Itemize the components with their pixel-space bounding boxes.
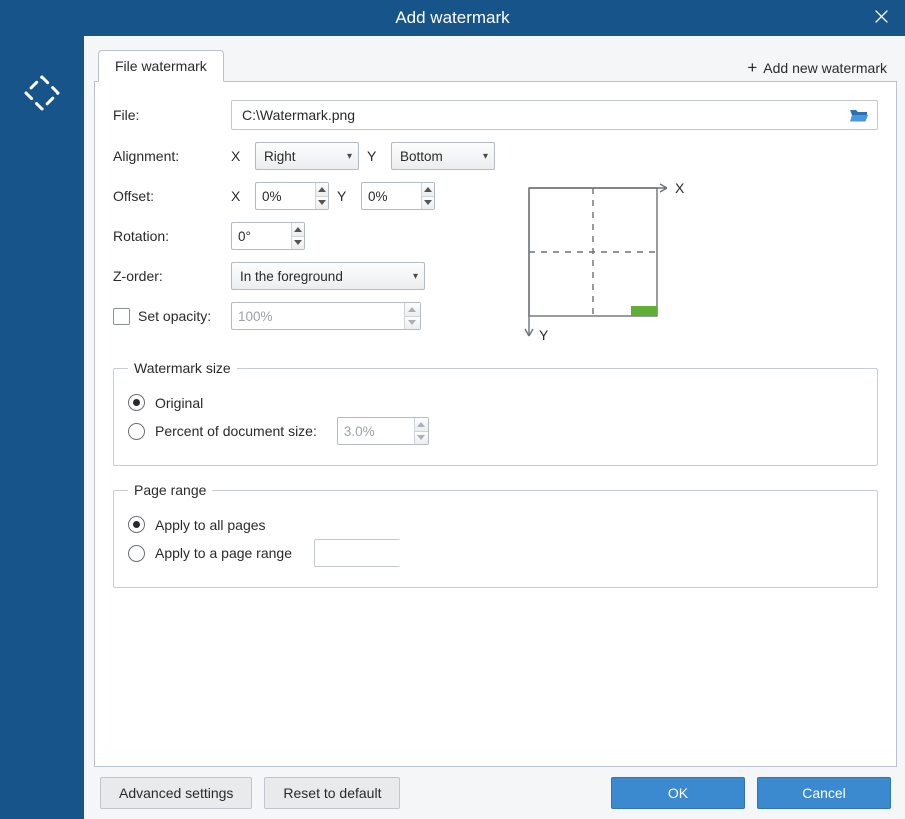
- ok-label: OK: [668, 785, 688, 801]
- file-field[interactable]: [231, 100, 878, 130]
- zorder-select[interactable]: In the foreground ▾: [231, 262, 425, 290]
- page-range-field[interactable]: [314, 539, 400, 567]
- offset-x-stepper[interactable]: [255, 182, 329, 210]
- offset-y-stepper[interactable]: [361, 182, 435, 210]
- size-original-label: Original: [155, 395, 203, 411]
- set-opacity-label: Set opacity:: [138, 308, 211, 324]
- size-percent-input: [338, 418, 414, 444]
- page-range-group: Page range Apply to all pages Apply to a…: [113, 482, 878, 588]
- add-new-watermark-link[interactable]: + Add new watermark: [747, 59, 887, 76]
- step-up-button[interactable]: [292, 223, 304, 237]
- checkbox-icon: [113, 308, 130, 325]
- axis-x-label-2: X: [231, 188, 247, 204]
- step-up-button[interactable]: [415, 418, 428, 432]
- cancel-label: Cancel: [802, 785, 846, 801]
- add-link-label: Add new watermark: [763, 60, 887, 76]
- browse-file-button[interactable]: [841, 107, 869, 123]
- size-percent-stepper[interactable]: [337, 417, 429, 445]
- range-range-radio[interactable]: Apply to a page range: [128, 539, 863, 567]
- tab-file-watermark[interactable]: File watermark: [98, 50, 224, 82]
- file-input[interactable]: [240, 106, 841, 124]
- diagram-y-label: Y: [539, 327, 549, 343]
- step-down-button[interactable]: [415, 432, 428, 445]
- close-icon: [875, 10, 888, 26]
- radio-off-icon: [128, 545, 145, 562]
- folder-open-icon: [849, 107, 869, 123]
- chevron-down-icon: ▾: [413, 271, 418, 282]
- axis-y-label: Y: [367, 148, 383, 164]
- app-logo-icon: [23, 74, 61, 819]
- radio-on-icon: [128, 394, 145, 411]
- titlebar: Add watermark: [0, 0, 905, 36]
- zorder-value: In the foreground: [240, 269, 343, 284]
- rotation-input[interactable]: [232, 223, 291, 249]
- advanced-settings-label: Advanced settings: [119, 785, 233, 801]
- offset-x-input[interactable]: [256, 183, 315, 209]
- axis-x-label: X: [231, 148, 247, 164]
- diagram-x-label: X: [675, 180, 685, 196]
- opacity-input: [232, 303, 404, 329]
- window-title: Add watermark: [0, 0, 905, 36]
- page-range-legend: Page range: [128, 482, 212, 498]
- step-up-button[interactable]: [316, 183, 328, 197]
- chevron-down-icon: ▾: [347, 151, 352, 162]
- chevron-down-icon: ▾: [483, 151, 488, 162]
- tab-header: File watermark + Add new watermark: [94, 46, 897, 82]
- file-label: File:: [113, 107, 231, 123]
- alignment-x-value: Right: [264, 149, 296, 164]
- step-down-button[interactable]: [292, 237, 304, 250]
- range-all-radio[interactable]: Apply to all pages: [128, 516, 863, 533]
- axis-y-label-2: Y: [337, 188, 353, 204]
- plus-icon: +: [747, 59, 757, 76]
- watermark-size-group: Watermark size Original Percent of docum…: [113, 360, 878, 466]
- zorder-label: Z-order:: [113, 268, 231, 284]
- alignment-y-select[interactable]: Bottom ▾: [391, 142, 495, 170]
- step-down-button[interactable]: [422, 197, 434, 210]
- radio-off-icon: [128, 423, 145, 440]
- radio-on-icon: [128, 516, 145, 533]
- step-up-button[interactable]: [405, 303, 420, 317]
- size-percent-label: Percent of document size:: [155, 423, 317, 439]
- range-all-label: Apply to all pages: [155, 517, 266, 533]
- close-button[interactable]: [857, 0, 905, 36]
- reset-default-button[interactable]: Reset to default: [264, 777, 400, 809]
- set-opacity-checkbox[interactable]: Set opacity:: [113, 308, 211, 325]
- range-range-label: Apply to a page range: [155, 545, 292, 561]
- step-up-button[interactable]: [422, 183, 434, 197]
- alignment-diagram: X Y: [519, 142, 689, 348]
- cancel-button[interactable]: Cancel: [757, 777, 891, 809]
- offset-label: Offset:: [113, 188, 231, 204]
- page-range-input[interactable]: [315, 540, 411, 566]
- opacity-stepper[interactable]: [231, 302, 421, 330]
- step-down-button[interactable]: [405, 317, 420, 330]
- alignment-label: Alignment:: [113, 148, 231, 164]
- offset-y-input[interactable]: [362, 183, 421, 209]
- alignment-x-select[interactable]: Right ▾: [255, 142, 359, 170]
- brand-sidebar: [0, 36, 84, 819]
- ok-button[interactable]: OK: [611, 777, 745, 809]
- alignment-y-value: Bottom: [400, 149, 443, 164]
- tab-page: File:: [94, 82, 897, 767]
- step-down-button[interactable]: [316, 197, 328, 210]
- watermark-size-legend: Watermark size: [128, 360, 237, 376]
- advanced-settings-button[interactable]: Advanced settings: [100, 777, 252, 809]
- footer: Advanced settings Reset to default OK Ca…: [94, 767, 897, 811]
- size-percent-radio[interactable]: Percent of document size:: [128, 417, 863, 445]
- rotation-stepper[interactable]: [231, 222, 305, 250]
- reset-default-label: Reset to default: [283, 785, 381, 801]
- rotation-label: Rotation:: [113, 228, 231, 244]
- tab-label: File watermark: [115, 58, 207, 74]
- size-original-radio[interactable]: Original: [128, 394, 863, 411]
